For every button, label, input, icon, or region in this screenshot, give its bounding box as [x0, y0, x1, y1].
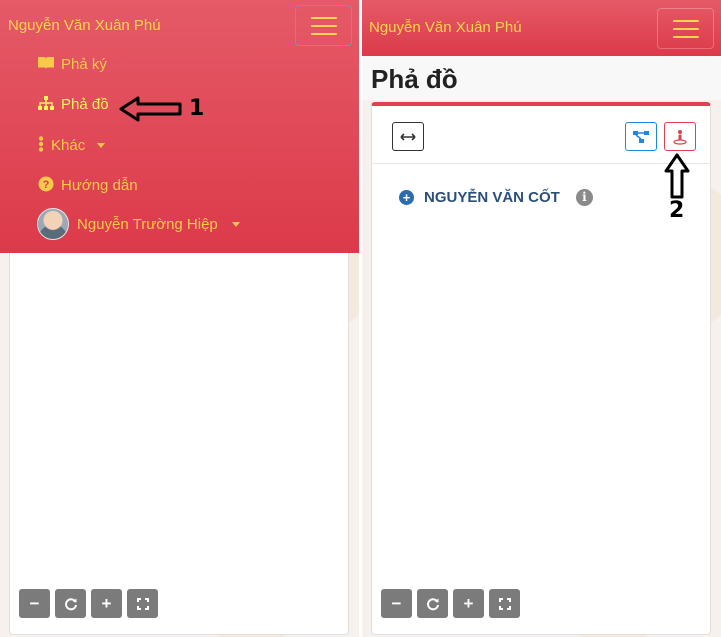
arrows-horizontal-icon	[400, 132, 416, 141]
ellipsis-vertical-icon	[37, 136, 45, 155]
hamburger-line	[672, 19, 699, 22]
fullscreen-button[interactable]	[127, 589, 158, 618]
annotation-number-2: 2	[669, 198, 685, 223]
nav-item-label: Hướng dẫn	[61, 177, 138, 194]
nav-item-user[interactable]: Nguyễn Trường Hiệp	[37, 208, 240, 240]
svg-text:?: ?	[43, 179, 50, 191]
hamburger-line	[672, 35, 699, 38]
annotation-arrow-left-icon	[119, 96, 182, 122]
hamburger-line	[310, 16, 337, 19]
hamburger-line	[310, 24, 337, 27]
fullscreen-button[interactable]	[489, 589, 520, 618]
nav-item-label: Khác	[51, 137, 86, 154]
brand-title[interactable]: Nguyễn Văn Xuân Phú	[369, 19, 522, 36]
person-location-icon	[673, 129, 687, 145]
info-icon[interactable]: i	[575, 189, 593, 206]
tree-toolbar	[372, 106, 710, 164]
tree-root-name[interactable]: NGUYỄN VĂN CỐT	[424, 189, 560, 206]
tree-view-button[interactable]	[625, 122, 657, 151]
left-phone-screen: − + Nguyễn Văn Xuân Phú Phả ký Phả đồ Kh…	[0, 0, 359, 637]
nav-item-pha-do[interactable]: Phả đồ	[37, 96, 109, 113]
book-icon	[37, 56, 55, 73]
nav-item-label: Phả đồ	[61, 96, 109, 113]
annotation-number-1: 1	[189, 96, 205, 121]
minus-icon: −	[29, 593, 40, 613]
screenshot-composite: − + Nguyễn Văn Xuân Phú Phả ký Phả đồ Kh…	[0, 0, 721, 637]
minus-icon: −	[391, 593, 402, 613]
fullscreen-icon	[136, 597, 149, 610]
refresh-icon	[64, 597, 77, 610]
annotation-arrow-up-icon	[664, 153, 690, 199]
page-title: Phả đồ	[371, 64, 458, 94]
right-phone-screen: Nguyễn Văn Xuân Phú Phả đồ + NGUYỄN VĂN …	[362, 0, 721, 637]
expand-plus-icon[interactable]: +	[399, 190, 414, 205]
family-tree-card: + NGUYỄN VĂN CỐT i − +	[371, 102, 711, 635]
nav-item-label: Phả ký	[61, 56, 107, 73]
caret-down-icon	[97, 143, 106, 148]
zoom-out-button[interactable]: −	[19, 589, 50, 618]
caret-down-icon	[231, 221, 240, 227]
menu-toggle-button[interactable]	[657, 8, 714, 49]
question-circle-icon: ?	[37, 176, 55, 195]
plus-icon: +	[463, 593, 474, 613]
chart-card: − +	[9, 240, 349, 635]
hamburger-line	[672, 27, 699, 30]
sitemap-icon	[37, 96, 55, 113]
project-diagram-icon	[633, 130, 649, 143]
nav-item-khac[interactable]: Khác	[37, 136, 106, 155]
navbar-expanded: Nguyễn Văn Xuân Phú Phả ký Phả đồ Khác ?…	[0, 0, 359, 253]
brand-title[interactable]: Nguyễn Văn Xuân Phú	[8, 17, 161, 34]
zoom-in-button[interactable]: +	[453, 589, 484, 618]
avatar	[37, 208, 69, 240]
zoom-controls: − +	[19, 589, 158, 618]
navbar-collapsed: Nguyễn Văn Xuân Phú	[362, 0, 721, 56]
expand-width-button[interactable]	[392, 122, 424, 151]
nav-item-huong-dan[interactable]: ? Hướng dẫn	[37, 176, 138, 195]
person-view-button[interactable]	[664, 122, 696, 151]
user-name: Nguyễn Trường Hiệp	[77, 215, 218, 233]
tree-root-node[interactable]: + NGUYỄN VĂN CỐT i	[399, 189, 593, 206]
refresh-icon	[426, 597, 439, 610]
reset-button[interactable]	[417, 589, 448, 618]
fullscreen-icon	[498, 597, 511, 610]
zoom-controls: − +	[381, 589, 520, 618]
reset-button[interactable]	[55, 589, 86, 618]
hamburger-line	[310, 32, 337, 35]
zoom-in-button[interactable]: +	[91, 589, 122, 618]
menu-toggle-button[interactable]	[295, 5, 352, 46]
nav-item-pha-ky[interactable]: Phả ký	[37, 56, 107, 73]
plus-icon: +	[101, 593, 112, 613]
zoom-out-button[interactable]: −	[381, 589, 412, 618]
